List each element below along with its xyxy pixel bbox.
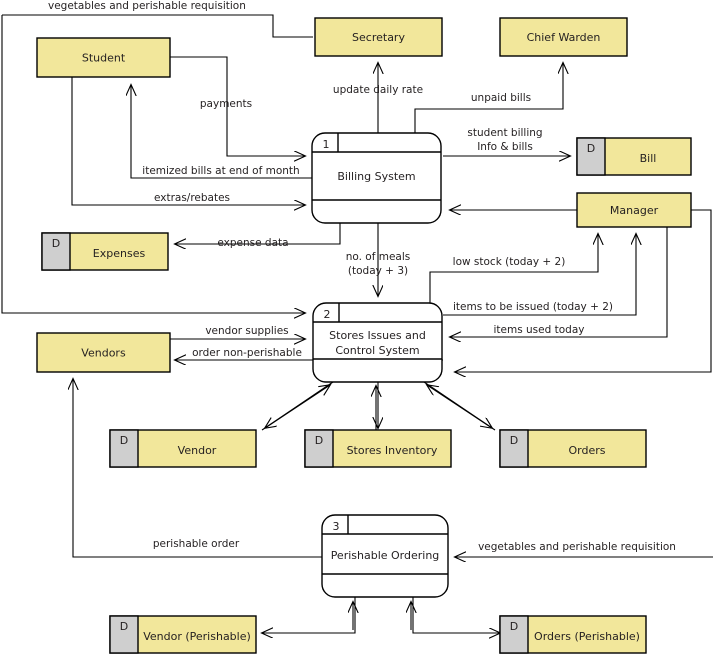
process-label-stores-issues-line1: Stores Issues and — [329, 329, 426, 342]
label-extras-rebates: extras/rebates — [154, 192, 230, 204]
process-label-stores-issues-line2: Control System — [335, 344, 419, 357]
label-items-to-be-issued: items to be issued (today + 2) — [453, 301, 613, 313]
data-store-label-orders-perishable: Orders (Perishable) — [534, 630, 640, 643]
process-number-1: 1 — [323, 138, 330, 151]
flow-veg-requisition-top — [2, 14, 313, 38]
process-label-perishable-ordering: Perishable Ordering — [331, 549, 440, 562]
entity-label-manager: Manager — [610, 204, 659, 217]
external-entity-vendors[interactable]: Vendors — [36, 332, 171, 373]
external-entity-chief-warden[interactable]: Chief Warden — [499, 17, 628, 57]
data-store-label-stores-inventory: Stores Inventory — [347, 444, 438, 457]
entity-label-chief-warden: Chief Warden — [527, 31, 601, 44]
label-items-used-today: items used today — [494, 324, 585, 336]
label-low-stock: low stock (today + 2) — [453, 256, 566, 268]
flow-low-stock — [429, 234, 598, 310]
data-store-vendor[interactable]: D Vendor — [109, 429, 257, 468]
label-update-daily-rate: update daily rate — [333, 84, 423, 96]
flow-p3-to-orders-perishable — [412, 597, 500, 633]
data-store-tag-expenses: D — [52, 237, 60, 250]
label-expense-data: expense data — [217, 237, 288, 249]
flow-perishable-order — [73, 379, 322, 558]
data-store-stores-inventory[interactable]: D Stores Inventory — [304, 429, 452, 468]
flow-vendor-store-to-p2 — [261, 385, 330, 431]
data-store-tag-orders-perishable: D — [510, 620, 518, 633]
label-perishable-order: perishable order — [153, 538, 240, 550]
data-store-tag-bill: D — [587, 142, 595, 155]
data-store-tag-vendor-perishable: D — [120, 620, 128, 633]
process-billing-system[interactable]: 1 Billing System — [311, 132, 442, 224]
external-entity-secretary[interactable]: Secretary — [314, 17, 443, 57]
data-store-orders[interactable]: D Orders — [499, 429, 647, 468]
flow-manager-right-loop — [455, 209, 712, 372]
label-order-non-perishable: order non-perishable — [192, 347, 302, 359]
flow-items-used-today — [450, 227, 668, 337]
data-store-tag-orders: D — [510, 434, 518, 447]
data-store-label-expenses: Expenses — [93, 247, 146, 260]
entity-label-secretary: Secretary — [352, 31, 405, 44]
external-entity-student[interactable]: Student — [36, 37, 171, 78]
process-number-3: 3 — [333, 520, 340, 533]
flow-extras-rebates — [71, 77, 305, 205]
external-entity-manager[interactable]: Manager — [576, 192, 692, 228]
process-number-2: 2 — [324, 308, 331, 321]
label-student-billing-line1: student billing — [467, 127, 542, 139]
label-vendor-supplies: vendor supplies — [205, 325, 288, 337]
data-store-label-vendor: Vendor — [178, 444, 217, 457]
data-store-label-orders: Orders — [569, 444, 606, 457]
data-store-orders-perishable[interactable]: D Orders (Perishable) — [499, 615, 647, 654]
dfd-canvas: vegetables and perishable requisition pa… — [1, 0, 713, 654]
data-store-vendor-perishable[interactable]: D Vendor (Perishable) — [109, 615, 257, 654]
flow-p3-to-vendor-perishable — [262, 597, 356, 633]
data-store-tag-vendor: D — [120, 434, 128, 447]
entity-label-vendors: Vendors — [81, 347, 126, 360]
process-stores-issues-control-system[interactable]: 2 Stores Issues and Control System — [312, 302, 443, 383]
entity-label-student: Student — [82, 52, 126, 65]
label-payments: payments — [200, 98, 252, 110]
label-itemized-bills: itemized bills at end of month — [142, 165, 299, 177]
label-no-of-meals-line2: (today + 3) — [348, 265, 408, 277]
flow-orders-store-to-p2 — [427, 385, 496, 431]
label-student-billing-line2: Info & bills — [477, 141, 533, 153]
label-unpaid-bills: unpaid bills — [471, 92, 531, 104]
data-store-label-vendor-perishable: Vendor (Perishable) — [143, 630, 251, 643]
flow-labels: vegetables and perishable requisition pa… — [48, 0, 676, 553]
data-store-tag-stores-inventory: D — [315, 434, 323, 447]
label-veg-requisition-right: vegetables and perishable requisition — [478, 541, 676, 553]
data-store-expenses[interactable]: D Expenses — [41, 232, 169, 271]
data-store-label-bill: Bill — [640, 152, 657, 165]
process-label-billing-system: Billing System — [337, 170, 415, 183]
label-no-of-meals-line1: no. of meals — [346, 251, 411, 263]
data-store-bill[interactable]: D Bill — [576, 137, 692, 176]
process-perishable-ordering[interactable]: 3 Perishable Ordering — [321, 514, 449, 598]
label-veg-requisition-top: vegetables and perishable requisition — [48, 0, 246, 12]
